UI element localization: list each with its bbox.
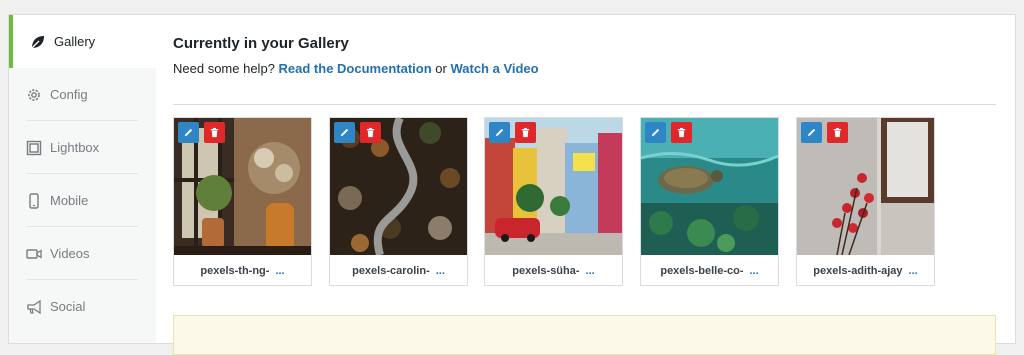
watch-video-link[interactable]: Watch a Video xyxy=(450,61,538,76)
more-options-button[interactable]: ... xyxy=(436,265,445,277)
gallery-item-name: pexels-belle-co- xyxy=(660,265,744,277)
gallery-item-caption: pexels-th-ng- ... xyxy=(174,257,311,285)
more-options-button[interactable]: ... xyxy=(749,265,758,277)
leaf-icon xyxy=(30,34,46,50)
more-options-button[interactable]: ... xyxy=(275,265,284,277)
lightbox-icon xyxy=(26,140,42,156)
more-options-button[interactable]: ... xyxy=(909,265,918,277)
sidebar-item-lightbox[interactable]: Lightbox xyxy=(9,121,156,174)
more-options-button[interactable]: ... xyxy=(586,265,595,277)
trash-icon xyxy=(210,127,219,138)
edit-button[interactable] xyxy=(645,122,666,143)
divider xyxy=(173,104,996,105)
gallery-item-name: pexels-süha- xyxy=(512,265,580,277)
edit-button[interactable] xyxy=(334,122,355,143)
sidebar-item-videos[interactable]: Videos xyxy=(9,227,156,280)
gear-icon xyxy=(26,87,42,103)
sidebar-item-config[interactable]: Config xyxy=(9,68,156,121)
delete-button[interactable] xyxy=(827,122,848,143)
mobile-icon xyxy=(26,192,42,209)
pencil-icon xyxy=(807,128,816,137)
gallery-item-name: pexels-adith-ajay xyxy=(813,265,903,277)
edit-button[interactable] xyxy=(489,122,510,143)
help-or: or xyxy=(435,61,447,76)
sidebar-item-label: Lightbox xyxy=(50,140,100,155)
gallery-item[interactable]: pexels-adith-ajay ... xyxy=(796,117,935,286)
gallery-item-caption: pexels-süha- ... xyxy=(485,257,622,285)
trash-icon xyxy=(366,127,375,138)
pencil-icon xyxy=(495,128,504,137)
sidebar-item-mobile[interactable]: Mobile xyxy=(9,174,156,227)
edit-button[interactable] xyxy=(801,122,822,143)
sidebar-item-label: Mobile xyxy=(50,193,89,208)
sidebar-item-gallery[interactable]: Gallery xyxy=(9,15,156,68)
sidebar: Gallery Config Lightbox Mobile Videos So… xyxy=(9,15,156,343)
delete-button[interactable] xyxy=(360,122,381,143)
pencil-icon xyxy=(184,128,193,137)
gallery-item[interactable]: pexels-belle-co- ... xyxy=(640,117,779,286)
trash-icon xyxy=(521,127,530,138)
edit-button[interactable] xyxy=(178,122,199,143)
notice-box xyxy=(173,315,996,355)
delete-button[interactable] xyxy=(515,122,536,143)
trash-icon xyxy=(833,127,842,138)
gallery-item[interactable]: pexels-carolin- ... xyxy=(329,117,468,286)
gallery-item-name: pexels-carolin- xyxy=(352,265,430,277)
gallery-item-caption: pexels-carolin- ... xyxy=(330,257,467,285)
pencil-icon xyxy=(651,128,660,137)
video-icon xyxy=(26,246,42,262)
help-text: Need some help? Read the Documentation o… xyxy=(173,61,539,76)
gallery-item-name: pexels-th-ng- xyxy=(200,265,270,277)
gallery-item[interactable]: pexels-th-ng- ... xyxy=(173,117,312,286)
gallery-item[interactable]: pexels-süha- ... xyxy=(484,117,623,286)
delete-button[interactable] xyxy=(204,122,225,143)
gallery-item-caption: pexels-belle-co- ... xyxy=(641,257,778,285)
sidebar-item-label: Config xyxy=(50,87,88,102)
sidebar-item-label: Videos xyxy=(50,246,90,261)
settings-panel: Gallery Config Lightbox Mobile Videos So… xyxy=(8,14,1016,355)
megaphone-icon xyxy=(26,299,42,315)
sidebar-item-label: Social xyxy=(50,299,86,314)
sidebar-item-label: Gallery xyxy=(54,34,96,49)
delete-button[interactable] xyxy=(671,122,692,143)
gallery-item-caption: pexels-adith-ajay ... xyxy=(797,257,934,285)
sidebar-item-social[interactable]: Social xyxy=(9,280,156,333)
trash-icon xyxy=(677,127,686,138)
documentation-link[interactable]: Read the Documentation xyxy=(279,61,432,76)
pencil-icon xyxy=(340,128,349,137)
page-title: Currently in your Gallery xyxy=(173,35,349,52)
help-prefix: Need some help? xyxy=(173,61,275,76)
